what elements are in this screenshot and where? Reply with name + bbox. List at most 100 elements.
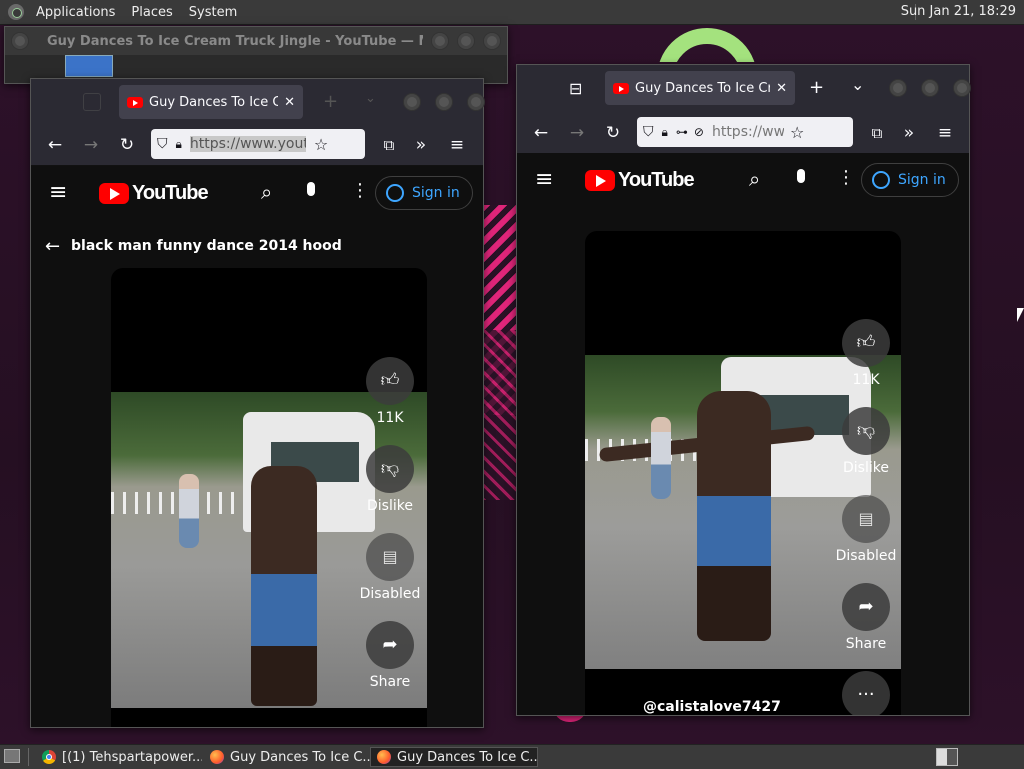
minimize-icon[interactable]	[403, 93, 421, 111]
extensions-icon[interactable]: ⧉	[377, 133, 401, 157]
lock-icon[interactable]: 🔒︎	[662, 125, 668, 140]
firefox-view-icon[interactable]: ⊟	[569, 79, 582, 98]
more-button[interactable]: ···	[842, 671, 890, 715]
search-icon[interactable]: ⌕	[261, 180, 272, 204]
reload-icon[interactable]: ↻	[601, 121, 625, 145]
clock[interactable]: Sun Jan 21, 18:29	[901, 4, 1016, 19]
reload-icon[interactable]: ↻	[115, 133, 139, 157]
hamburger-menu-icon[interactable]: ≡	[535, 167, 553, 192]
permissions-icon[interactable]: ⊶	[676, 125, 688, 139]
dislike-button[interactable]: 👎︎	[366, 445, 414, 493]
back-window[interactable]: Guy Dances To Ice Cream Truck Jingle - Y…	[4, 26, 508, 84]
account-icon	[386, 184, 404, 202]
comment-icon: ▤	[858, 509, 874, 528]
search-back-arrow-icon[interactable]: ←	[45, 236, 60, 257]
minimize-icon[interactable]	[889, 79, 907, 97]
taskbar-item-label: Guy Dances To Ice C...	[397, 749, 538, 765]
youtube-logo[interactable]: YouTube	[585, 169, 695, 192]
share-icon: ➦	[382, 634, 398, 655]
taskbar-item-chrome[interactable]: [(1) Tehspartapower...	[36, 747, 202, 767]
places-menu[interactable]: Places	[123, 5, 180, 20]
like-count: 11K	[376, 410, 404, 426]
maximize-icon[interactable]	[921, 79, 939, 97]
right-url-bar[interactable]: ⛉ 🔒︎ ⊶ ⊘ https://www.youtube.com/shorts/…	[637, 117, 853, 147]
account-icon	[872, 171, 890, 189]
system-menu[interactable]: System	[181, 5, 245, 20]
minimize-icon[interactable]	[431, 32, 449, 50]
autoplay-blocked-icon[interactable]: ⊘	[694, 125, 704, 139]
share-button[interactable]: ➦	[366, 621, 414, 669]
channel-handle[interactable]: @calistalove7427	[643, 699, 781, 715]
kebab-icon[interactable]: ⋮	[837, 167, 855, 188]
chrome-icon	[42, 750, 56, 764]
lock-icon[interactable]: 🔒︎	[176, 137, 182, 152]
sign-in-button[interactable]: Sign in	[861, 163, 959, 197]
back-window-blue-icon	[65, 55, 113, 77]
youtube-favicon-icon	[613, 82, 629, 94]
close-icon[interactable]	[467, 93, 485, 111]
bookmark-star-icon[interactable]: ☆	[790, 123, 804, 142]
search-query[interactable]: black man funny dance 2014 hood	[71, 238, 342, 254]
forward-arrow-icon[interactable]: →	[79, 133, 103, 157]
close-icon[interactable]	[483, 32, 501, 50]
dancer	[697, 391, 771, 641]
left-browser-window[interactable]: Guy Dances To Ice Cream Truck Jingle - Y…	[30, 78, 485, 728]
show-desktop-icon[interactable]	[4, 749, 20, 763]
tab-overview-icon[interactable]	[83, 93, 101, 111]
tab-list-icon[interactable]: ⌄	[365, 91, 376, 106]
right-browser-window[interactable]: ⊟ Guy Dances To Ice Cream Truck Jingle -…	[516, 64, 971, 716]
back-arrow-icon[interactable]: ←	[43, 133, 67, 157]
thumbs-down-icon: 👎︎	[380, 458, 400, 479]
comments-button[interactable]: ▤	[842, 495, 890, 543]
comment-icon: ▤	[382, 547, 398, 566]
url-text[interactable]: https://www.youtube.com/shorts/	[189, 136, 306, 152]
left-active-tab[interactable]: Guy Dances To Ice Cream Truck Jingle - Y…	[119, 85, 303, 119]
url-text[interactable]: https://www.youtube.com/shorts/	[712, 124, 784, 140]
new-tab-icon[interactable]: +	[809, 77, 824, 98]
applications-menu[interactable]: Applications	[28, 5, 123, 20]
like-button[interactable]: 👍︎	[366, 357, 414, 405]
workspace-switcher[interactable]	[936, 748, 958, 766]
maximize-icon[interactable]	[435, 93, 453, 111]
tab-close-icon[interactable]: ✕	[284, 95, 295, 110]
shield-icon[interactable]: ⛉	[157, 136, 168, 152]
maximize-icon[interactable]	[457, 32, 475, 50]
share-icon: ➦	[858, 596, 874, 617]
dislike-button[interactable]: 👎︎	[842, 407, 890, 455]
bookmark-star-icon[interactable]: ☆	[314, 135, 328, 154]
app-menu-icon[interactable]: ≡	[445, 133, 469, 157]
comments-button[interactable]: ▤	[366, 533, 414, 581]
taskbar-item-firefox-2[interactable]: Guy Dances To Ice C...	[370, 747, 538, 767]
thumbs-up-icon: 👍︎	[856, 332, 876, 353]
sign-in-button[interactable]: Sign in	[375, 176, 473, 210]
shield-icon[interactable]: ⛉	[643, 124, 654, 140]
window-menu-icon[interactable]	[11, 32, 29, 50]
extensions-icon[interactable]: ⧉	[865, 121, 889, 145]
mate-logo-icon[interactable]	[8, 4, 24, 20]
forward-arrow-icon[interactable]: →	[565, 121, 589, 145]
overflow-icon[interactable]: »	[897, 121, 921, 145]
back-window-titlebar[interactable]: Guy Dances To Ice Cream Truck Jingle - Y…	[5, 27, 507, 55]
tab-close-icon[interactable]: ✕	[776, 81, 787, 96]
right-nav-bar: ← → ↻ ⛉ 🔒︎ ⊶ ⊘ https://www.youtube.com/s…	[517, 113, 969, 154]
mic-icon[interactable]	[797, 169, 805, 183]
overflow-icon[interactable]: »	[409, 133, 433, 157]
sign-in-label: Sign in	[412, 185, 460, 201]
left-url-bar[interactable]: ⛉ 🔒︎ https://www.youtube.com/shorts/ ☆	[151, 129, 365, 159]
youtube-favicon-icon	[127, 96, 143, 108]
kebab-icon[interactable]: ⋮	[351, 180, 369, 201]
app-menu-icon[interactable]: ≡	[933, 121, 957, 145]
youtube-logo[interactable]: YouTube	[99, 182, 209, 205]
taskbar-item-firefox-1[interactable]: Guy Dances To Ice C...	[204, 747, 370, 767]
tab-title: Guy Dances To Ice Cream Truck Jingle - Y…	[149, 94, 279, 110]
right-active-tab[interactable]: Guy Dances To Ice Cream Truck Jingle - Y…	[605, 71, 795, 105]
close-icon[interactable]	[953, 79, 971, 97]
tab-list-icon[interactable]: ⌄	[851, 75, 864, 94]
back-arrow-icon[interactable]: ←	[529, 121, 553, 145]
like-button[interactable]: 👍︎	[842, 319, 890, 367]
hamburger-menu-icon[interactable]: ≡	[49, 180, 67, 205]
share-button[interactable]: ➦	[842, 583, 890, 631]
mic-icon[interactable]	[307, 182, 315, 196]
search-icon[interactable]: ⌕	[749, 167, 760, 191]
new-tab-icon[interactable]: +	[323, 91, 338, 112]
